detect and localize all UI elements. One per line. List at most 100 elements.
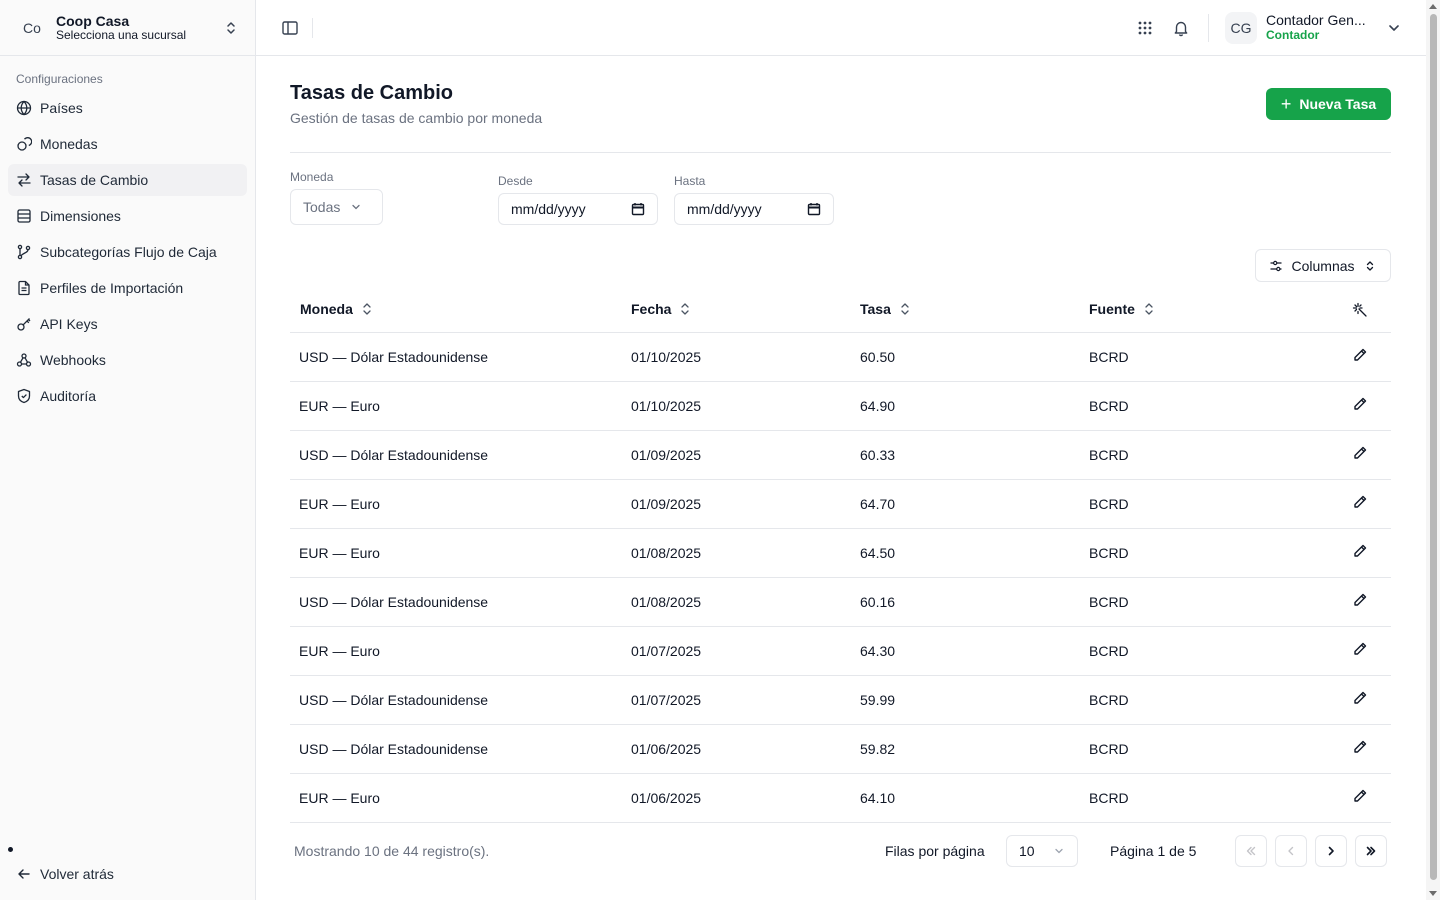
page-subtitle: Gestión de tasas de cambio por moneda [290, 110, 543, 126]
apps-grid-icon[interactable] [1136, 19, 1154, 37]
edit-button[interactable] [1329, 332, 1391, 382]
rows-per-page-value: 10 [1019, 843, 1035, 859]
scroll-thumb[interactable] [1430, 14, 1437, 880]
git-branch-icon [17, 244, 31, 260]
org-switcher[interactable]: Co Coop Casa Selecciona una sucursal [0, 0, 255, 56]
user-role: Contador [1266, 27, 1320, 42]
pencil-icon [1354, 446, 1367, 459]
next-page-button[interactable] [1315, 835, 1347, 867]
edit-button[interactable] [1329, 528, 1391, 578]
page-title: Tasas de Cambio [290, 82, 454, 104]
currency-filter-select[interactable]: Todas [290, 189, 383, 225]
table-row: EUR — Euro 01/10/2025 64.90 BCRD [290, 381, 1391, 431]
new-rate-label: Nueva Tasa [1299, 96, 1377, 112]
back-button[interactable]: Volver atrás [8, 860, 248, 888]
table-row: EUR — Euro 01/09/2025 64.70 BCRD [290, 479, 1391, 529]
pencil-icon [1354, 544, 1367, 557]
user-menu[interactable]: Contador Gen... Contador [1266, 13, 1378, 42]
sidebar-item-label: Auditoría [40, 388, 97, 404]
last-page-button[interactable] [1355, 835, 1387, 867]
column-header-fecha[interactable]: Fecha [631, 287, 860, 333]
table-row: USD — Dólar Estadounidense 01/10/2025 60.5… [290, 332, 1391, 382]
rows-per-page-select[interactable]: 10 [1006, 835, 1078, 867]
user-name: Contador Gen... [1266, 13, 1366, 29]
column-header-tasa[interactable]: Tasa [860, 287, 1089, 333]
currency-filter-value: Todas [303, 199, 341, 215]
column-header-moneda[interactable]: Moneda [290, 287, 631, 333]
sidebar-item-perfiles-importacion[interactable]: Perfiles de Importación [8, 272, 247, 304]
from-date-input[interactable]: mm/dd/yyyy [498, 193, 658, 225]
table-row: USD — Dólar Estadounidense 01/07/2025 59.9… [290, 675, 1391, 725]
sidebar-toggle-icon[interactable] [280, 18, 300, 38]
calendar-icon[interactable] [631, 202, 645, 216]
edit-button[interactable] [1329, 430, 1391, 480]
scroll-down-arrow[interactable] [1429, 891, 1437, 896]
org-subtitle: Selecciona una sucursal [56, 27, 187, 42]
sidebar-item-label: API Keys [40, 316, 98, 332]
plus-icon: + [1280, 93, 1292, 114]
sort-icon [1145, 303, 1153, 315]
cell-moneda: USD — Dólar Estadounidense [290, 675, 631, 725]
cell-moneda: EUR — Euro [290, 626, 631, 676]
status-dot [8, 847, 13, 852]
column-header-actions[interactable] [1329, 287, 1391, 333]
edit-button[interactable] [1329, 675, 1391, 725]
sidebar-item-monedas[interactable]: Monedas [8, 128, 247, 160]
wand-sparkle-icon [1352, 302, 1367, 317]
arrow-left-icon [18, 869, 30, 879]
table-header-row: Moneda Fecha Tasa Fuente [290, 287, 1391, 333]
back-label: Volver atrás [40, 866, 114, 882]
to-date-label: Hasta [674, 174, 706, 188]
edit-button[interactable] [1329, 577, 1391, 627]
chevron-down-icon[interactable] [1386, 20, 1402, 36]
page-header: Tasas de Cambio Gestión de tasas de camb… [290, 56, 1391, 153]
columns-button[interactable]: Columnas [1255, 249, 1391, 282]
sidebar-item-paises[interactable]: Países [8, 92, 247, 124]
cell-moneda: EUR — Euro [290, 381, 631, 431]
sidebar-item-tasas-de-cambio[interactable]: Tasas de Cambio [8, 164, 247, 196]
sidebar-item-api-keys[interactable]: API Keys [8, 308, 247, 340]
pencil-icon [1354, 789, 1367, 802]
cell-tasa: 64.70 [860, 479, 1089, 529]
cell-fecha: 01/08/2025 [631, 528, 860, 578]
sidebar-item-label: Tasas de Cambio [40, 172, 149, 188]
cell-fuente: BCRD [1089, 430, 1329, 480]
cell-tasa: 64.10 [860, 773, 1089, 823]
sidebar-item-subcategorias[interactable]: Subcategorías Flujo de Caja [8, 236, 247, 268]
edit-button[interactable] [1329, 479, 1391, 529]
sidebar-item-auditoria[interactable]: Auditoría [8, 380, 247, 412]
sidebar-item-dimensiones[interactable]: Dimensiones [8, 200, 247, 232]
cell-moneda: EUR — Euro [290, 773, 631, 823]
sliders-icon [1270, 260, 1282, 271]
chevrons-up-down-icon [227, 21, 235, 34]
bell-icon[interactable] [1172, 19, 1190, 37]
sidebar-item-label: Dimensiones [40, 208, 121, 224]
shield-check-icon [17, 388, 31, 404]
to-date-input[interactable]: mm/dd/yyyy [674, 193, 834, 225]
edit-button[interactable] [1329, 381, 1391, 431]
chevrons-left-icon [1246, 846, 1256, 856]
cell-tasa: 60.50 [860, 332, 1089, 382]
calendar-icon[interactable] [807, 202, 821, 216]
cell-fecha: 01/08/2025 [631, 577, 860, 627]
chevrons-right-icon [1366, 846, 1376, 856]
cell-fuente: BCRD [1089, 577, 1329, 627]
chevron-down-icon [352, 204, 361, 210]
edit-button[interactable] [1329, 773, 1391, 823]
edit-button[interactable] [1329, 724, 1391, 774]
table-row: USD — Dólar Estadounidense 01/09/2025 60.3… [290, 430, 1391, 480]
chevron-right-icon [1328, 846, 1334, 856]
pencil-icon [1354, 348, 1367, 361]
first-page-button[interactable] [1235, 835, 1267, 867]
sidebar-item-label: Webhooks [40, 352, 106, 368]
new-rate-button[interactable]: + Nueva Tasa [1266, 88, 1391, 120]
user-avatar[interactable]: CG [1225, 11, 1257, 44]
main-content: Tasas de Cambio Gestión de tasas de camb… [290, 56, 1391, 867]
webhook-icon [16, 353, 32, 367]
edit-button[interactable] [1329, 626, 1391, 676]
previous-page-button[interactable] [1275, 835, 1307, 867]
column-header-fuente[interactable]: Fuente [1089, 287, 1329, 333]
scrollbar[interactable] [1426, 0, 1440, 900]
sidebar-item-webhooks[interactable]: Webhooks [8, 344, 247, 376]
scroll-up-arrow[interactable] [1429, 4, 1437, 9]
